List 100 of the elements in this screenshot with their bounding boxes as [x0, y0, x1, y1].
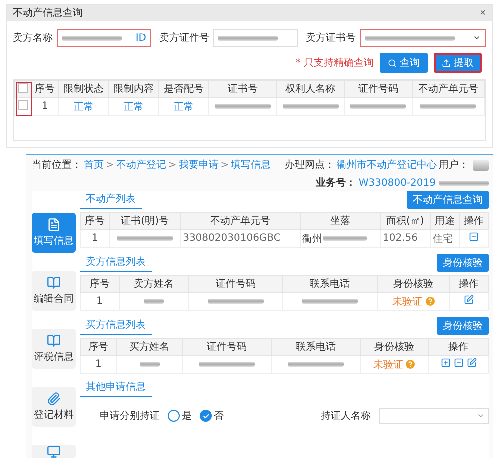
extract-button[interactable]: 提取: [434, 53, 482, 73]
redacted-bar: [302, 298, 358, 304]
breadcrumb-link[interactable]: 不动产登记: [116, 158, 166, 172]
field-label: 卖方证书号: [306, 32, 356, 45]
monitor-icon: [47, 445, 61, 458]
column-header: 面积(㎡): [380, 212, 430, 230]
redacted-bar: [439, 180, 489, 186]
input-field[interactable]: ID: [57, 29, 152, 47]
cell-text: 衢州: [302, 234, 323, 244]
table-cell: 330802030106GBC: [180, 230, 300, 248]
field-label: 申请分别持证: [100, 410, 160, 423]
column-header: 操作: [450, 276, 488, 292]
column-header: 联系电话: [271, 338, 360, 356]
redacted-bar: [350, 104, 406, 109]
business-number-label: 业务号：: [316, 176, 356, 190]
column-header: 序号: [80, 212, 110, 230]
checkbox[interactable]: [18, 82, 28, 92]
redacted-bar: [420, 104, 476, 109]
column-header: 证书(明)号: [110, 212, 181, 230]
redacted-bar: [62, 36, 122, 40]
check-icon: [202, 412, 210, 420]
hint-text: * 只支持精确查询: [296, 56, 374, 70]
action-button[interactable]: 身份核验: [437, 254, 489, 272]
minus-icon[interactable]: [454, 358, 464, 368]
redacted-bar: [214, 104, 271, 109]
radio-label: 是: [182, 410, 192, 423]
column-header: 用途: [430, 212, 460, 230]
book-icon: [47, 276, 61, 290]
business-number: W330800-2019: [358, 178, 436, 188]
field-label: 卖方名称: [13, 32, 53, 45]
office-link[interactable]: 衢州市不动产登记中心: [337, 158, 437, 172]
column-header: 是否配号: [158, 80, 209, 98]
column-header: 身份核验: [377, 276, 450, 292]
book-icon: [47, 334, 61, 348]
minus-icon[interactable]: [468, 232, 479, 242]
edit-icon[interactable]: [466, 358, 477, 368]
column-header: 权利人名称: [276, 80, 344, 98]
close-button[interactable]: ×: [480, 8, 486, 18]
field-label: 持证人名称: [321, 410, 371, 423]
input-field[interactable]: [213, 29, 298, 47]
column-header: 证件号码: [188, 276, 283, 292]
select-field[interactable]: [360, 29, 486, 47]
column-header: 卖方姓名: [119, 276, 189, 292]
column-header: 不动产单元号: [412, 80, 484, 98]
breadcrumb-link[interactable]: 我要申请: [178, 158, 219, 172]
section-title: 买方信息列表: [80, 318, 152, 335]
table-cell: 1: [31, 98, 59, 116]
radio-button[interactable]: [168, 410, 180, 422]
search-button[interactable]: 查询: [380, 53, 428, 73]
column-header: 限制状态: [58, 80, 109, 98]
paperclip-icon: [47, 392, 61, 406]
section-title: 其他申请信息: [80, 380, 152, 397]
section-title: 不动产列表: [80, 192, 142, 209]
breadcrumb-link[interactable]: 首页: [84, 158, 104, 172]
step-tab[interactable]: 编辑合同: [32, 271, 76, 311]
step-tab[interactable]: [32, 445, 76, 458]
status-text: 未验证: [373, 358, 404, 372]
column-header: 序号: [80, 276, 120, 292]
plus-icon[interactable]: [440, 358, 451, 368]
redacted-bar: [140, 362, 160, 367]
edit-icon[interactable]: [464, 295, 474, 305]
column-header: 操作: [428, 338, 488, 356]
upload-icon: [442, 58, 451, 68]
redacted-bar: [282, 104, 339, 109]
dialog-title: 不动产信息查询: [13, 6, 83, 20]
document-icon: [47, 218, 61, 232]
table-cell: 1: [80, 230, 110, 248]
column-header: 不动产单元号: [180, 212, 300, 230]
column-header: 限制内容: [108, 80, 159, 98]
column-header: 序号: [31, 80, 59, 98]
column-header: 序号: [80, 338, 117, 356]
action-button[interactable]: 身份核验: [437, 317, 489, 335]
redacted-bar: [198, 362, 255, 367]
step-tab[interactable]: 评税信息: [32, 329, 76, 369]
caret-icon: [473, 34, 481, 42]
question-icon: [406, 360, 416, 369]
redacted-bar: [117, 236, 174, 241]
radio-button[interactable]: [200, 410, 212, 422]
breadcrumb-separator: >: [168, 160, 177, 170]
column-header: 操作: [459, 212, 488, 230]
redacted-bar: [322, 236, 367, 242]
breadcrumb-link[interactable]: 填写信息: [231, 158, 272, 172]
step-tab[interactable]: 填写信息: [32, 213, 76, 253]
action-button[interactable]: 不动产信息查询: [407, 191, 489, 209]
redacted-bar: [288, 362, 344, 367]
column-header: 坐落: [300, 212, 380, 230]
office-label: 办理网点：: [285, 158, 335, 172]
table-cell: 住宅: [430, 230, 460, 248]
column-header: 买方姓名: [116, 338, 182, 356]
step-tab[interactable]: 登记材料: [32, 387, 76, 427]
table-cell: 102.56: [380, 230, 430, 248]
column-header: 身份核验: [360, 338, 429, 356]
redacted-bar: [208, 298, 264, 304]
checkbox[interactable]: [18, 100, 28, 110]
status-text: 未验证: [392, 296, 422, 308]
caret-icon: [477, 412, 485, 420]
column-header: 证件号码: [182, 338, 272, 356]
id-label: ID: [136, 32, 146, 44]
column-header: 联系电话: [282, 276, 378, 292]
breadcrumb-separator: >: [220, 160, 230, 170]
